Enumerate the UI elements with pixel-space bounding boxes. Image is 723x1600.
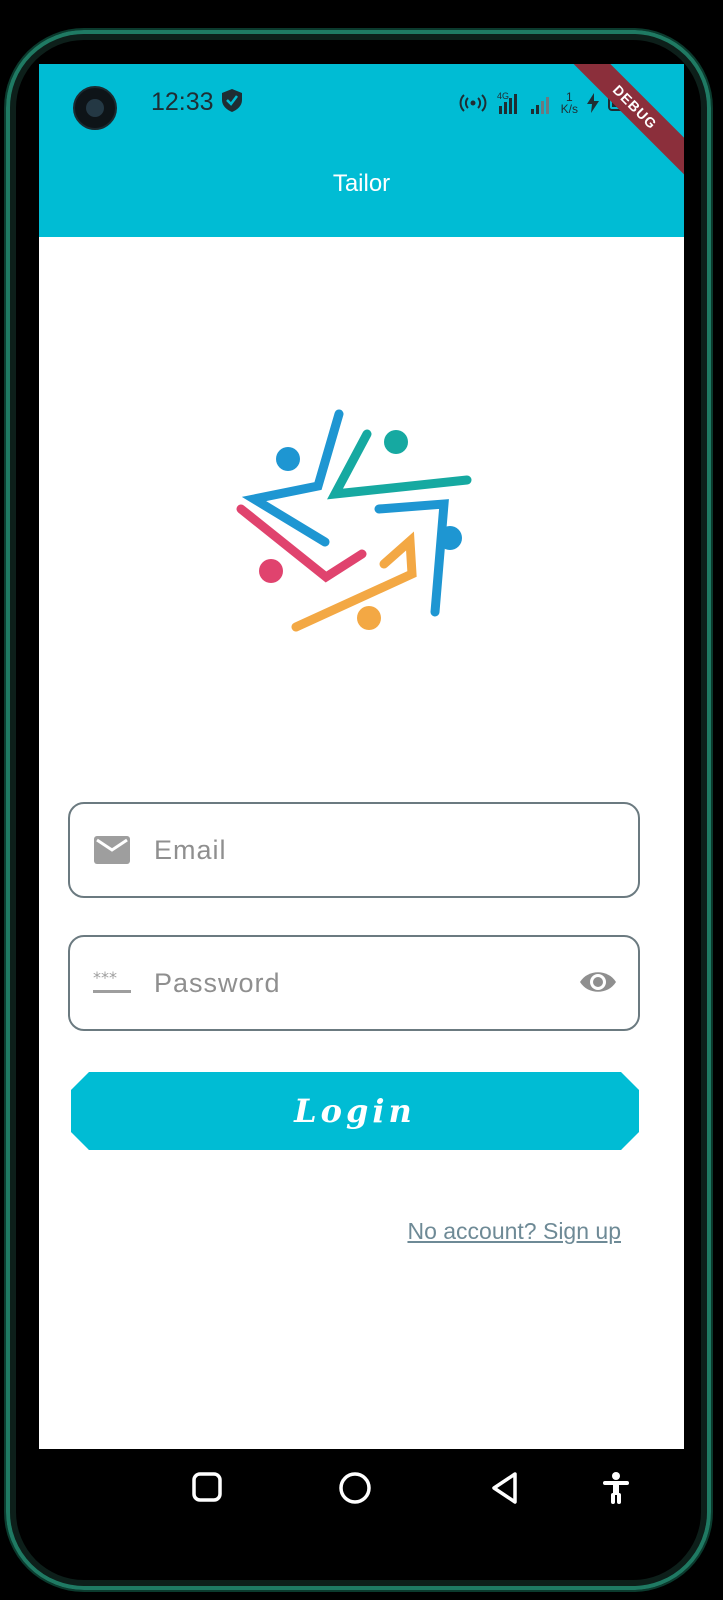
app-logo bbox=[236, 409, 472, 632]
app-bar-title: Tailor bbox=[332, 170, 391, 197]
email-placeholder: Email bbox=[154, 834, 227, 865]
circle-icon[interactable] bbox=[338, 1471, 372, 1505]
mail-icon bbox=[94, 836, 130, 864]
mail-icon-wrapper bbox=[70, 835, 154, 865]
password-field[interactable]: *** Password bbox=[68, 935, 640, 1031]
app-bar: 12:33 4G 1 K/s DEBUG Tailor bbox=[39, 64, 684, 237]
network-speed: 1 K/s bbox=[561, 91, 578, 115]
password-icon-wrapper: *** bbox=[70, 970, 154, 996]
shield-icon bbox=[222, 89, 242, 112]
password-dots-icon: *** bbox=[93, 970, 131, 993]
app-screen: 12:33 4G 1 K/s DEBUG Tailor Email *** Pa… bbox=[39, 64, 684, 1449]
login-button-label: Login bbox=[294, 1092, 416, 1130]
login-button[interactable]: Login bbox=[71, 1072, 639, 1150]
triangle-back-icon[interactable] bbox=[489, 1471, 521, 1505]
svg-text:***: *** bbox=[93, 970, 117, 987]
network-speed-unit: K/s bbox=[560, 102, 578, 116]
signal-4g-icon: 4G bbox=[497, 91, 517, 114]
debug-banner: DEBUG bbox=[558, 64, 684, 184]
signup-link[interactable]: No account? Sign up bbox=[407, 1218, 621, 1245]
eye-icon[interactable] bbox=[578, 967, 618, 997]
system-nav-bar bbox=[39, 1449, 684, 1539]
status-time: 12:33 bbox=[151, 88, 214, 116]
accessibility-icon[interactable] bbox=[601, 1471, 631, 1505]
charging-icon bbox=[587, 93, 599, 113]
square-icon[interactable] bbox=[191, 1471, 223, 1503]
hotspot-icon bbox=[459, 94, 487, 112]
network-type-label: 4G bbox=[497, 91, 509, 101]
password-placeholder: Password bbox=[154, 967, 281, 998]
signal-icon bbox=[530, 97, 549, 114]
email-field[interactable]: Email bbox=[68, 802, 640, 898]
front-camera bbox=[73, 86, 117, 130]
